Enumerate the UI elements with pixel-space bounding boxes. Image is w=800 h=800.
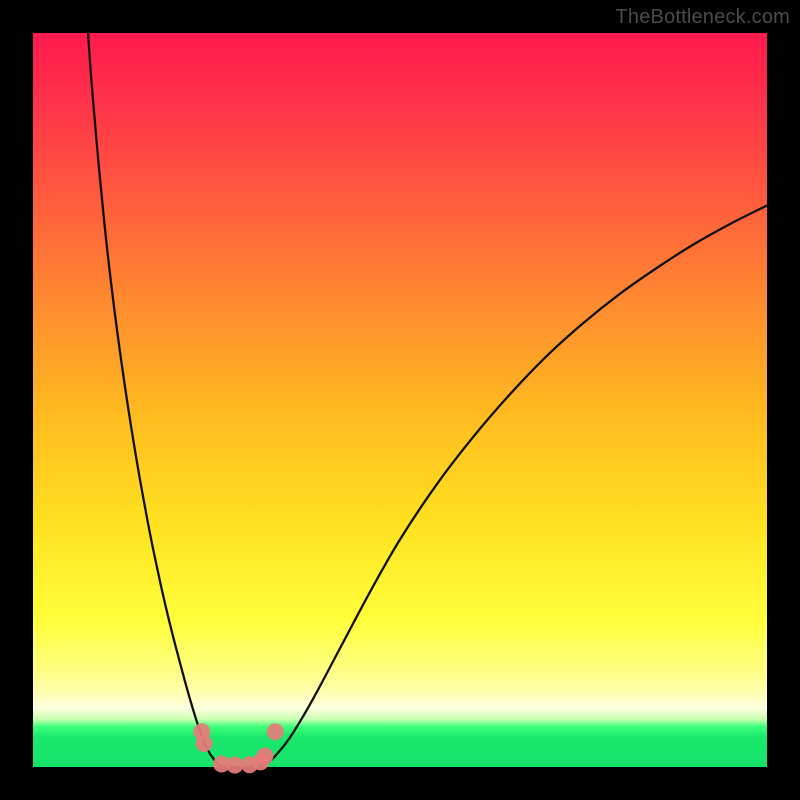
data-marker: [226, 757, 243, 774]
data-marker: [267, 723, 284, 740]
outer-frame: TheBottleneck.com: [0, 0, 800, 800]
data-marker: [196, 735, 213, 752]
marker-group: [193, 723, 283, 773]
bottleneck-curve: [88, 33, 767, 767]
curve-group: [88, 33, 767, 767]
watermark-text: TheBottleneck.com: [615, 6, 790, 29]
chart-svg: [33, 33, 767, 767]
plot-area: [33, 33, 767, 767]
data-marker: [256, 747, 273, 764]
